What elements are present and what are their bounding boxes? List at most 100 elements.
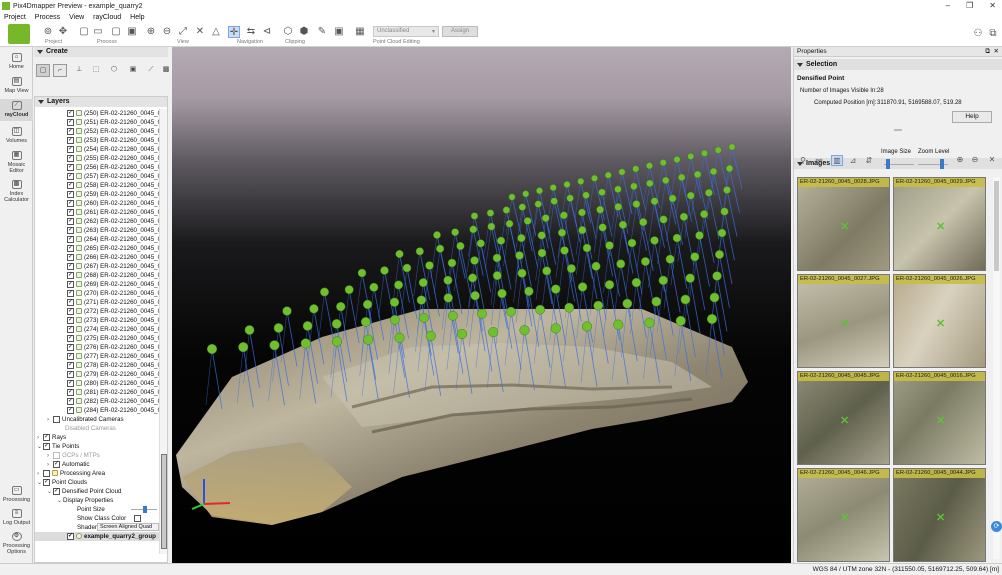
layer-tie-points[interactable]: ⌄ ✓ Tie Points bbox=[35, 442, 159, 451]
layer-display-properties[interactable]: ⌄Display Properties bbox=[35, 496, 159, 505]
camera-marker[interactable] bbox=[593, 300, 604, 311]
camera-marker[interactable] bbox=[535, 304, 545, 315]
navigation-trackball-icon[interactable]: ⇆ bbox=[245, 26, 257, 38]
camera-marker[interactable] bbox=[695, 231, 704, 240]
camera-marker[interactable] bbox=[596, 205, 604, 214]
camera-marker[interactable] bbox=[604, 280, 615, 290]
layer-camera-item[interactable]: ✓ (255) ER-02-21260_0045_0 bbox=[35, 154, 159, 163]
checkbox[interactable]: ✓ bbox=[67, 397, 74, 405]
checkbox[interactable]: ✓ bbox=[67, 325, 74, 333]
camera-marker[interactable] bbox=[613, 319, 624, 330]
checkbox[interactable]: ✓ bbox=[67, 352, 74, 360]
layer-camera-item[interactable]: ✓ (250) ER-02-21260_0045_0 bbox=[35, 109, 159, 118]
camera-marker[interactable] bbox=[395, 249, 404, 259]
checkbox[interactable]: ✓ bbox=[43, 478, 50, 486]
camera-marker[interactable] bbox=[486, 209, 495, 217]
camera-marker[interactable] bbox=[577, 177, 585, 185]
sidebar-item-mosaic-editor[interactable]: ▦ Mosaic Editor bbox=[0, 151, 33, 174]
checkbox[interactable]: ✓ bbox=[67, 532, 74, 540]
camera-marker[interactable] bbox=[662, 176, 670, 185]
layer-camera-item[interactable]: ✓ (263) ER-02-21260_0045_0 bbox=[35, 226, 159, 235]
unlink-icon[interactable]: ⚯ bbox=[813, 156, 825, 165]
camera-marker[interactable] bbox=[415, 247, 424, 256]
zoom-out-icon[interactable]: ⊖ bbox=[969, 155, 981, 164]
camera-marker[interactable] bbox=[244, 325, 255, 335]
camera-marker[interactable] bbox=[706, 313, 718, 325]
process-step1-icon[interactable]: ▢ bbox=[78, 26, 90, 38]
camera-marker[interactable] bbox=[560, 211, 568, 220]
camera-marker[interactable] bbox=[728, 143, 736, 151]
camera-marker[interactable] bbox=[508, 193, 516, 201]
camera-marker[interactable] bbox=[563, 181, 571, 188]
create-point-icon[interactable]: ▢ bbox=[36, 64, 50, 77]
camera-marker[interactable] bbox=[665, 254, 675, 264]
assign-button[interactable]: Assign bbox=[442, 26, 479, 37]
checkbox[interactable]: ✓ bbox=[67, 199, 74, 207]
camera-marker[interactable] bbox=[685, 273, 695, 283]
checkbox[interactable]: ✓ bbox=[67, 289, 74, 297]
image-thumbnail[interactable]: ER-02-21260_0045_0044.JPG ✕ bbox=[893, 468, 986, 562]
checkbox[interactable]: ✓ bbox=[67, 172, 74, 180]
layer-camera-item[interactable]: ✓ (278) ER-02-21260_0045_0 bbox=[35, 361, 159, 370]
image-thumbnail[interactable]: ER-02-21260_0045_0027.JPG ✕ bbox=[797, 274, 890, 368]
camera-marker[interactable] bbox=[591, 261, 601, 271]
camera-marker[interactable] bbox=[678, 173, 686, 182]
camera-marker[interactable] bbox=[470, 291, 480, 301]
camera-marker[interactable] bbox=[238, 342, 249, 353]
camera-marker[interactable] bbox=[470, 256, 479, 265]
camera-marker[interactable] bbox=[497, 288, 507, 299]
layer-camera-item[interactable]: ✓ (252) ER-02-21260_0045_0 bbox=[35, 127, 159, 136]
camera-marker[interactable] bbox=[269, 340, 280, 351]
layer-gcps[interactable]: › GCPs / MTPs bbox=[35, 451, 159, 460]
camera-marker[interactable] bbox=[487, 222, 496, 231]
layer-camera-item[interactable]: ✓ (264) ER-02-21260_0045_0 bbox=[35, 235, 159, 244]
layer-camera-item[interactable]: ✓ (284) ER-02-21260_0045_0 bbox=[35, 406, 159, 415]
camera-marker[interactable] bbox=[673, 156, 681, 163]
selection-section-header[interactable]: Selection bbox=[794, 59, 1002, 70]
camera-marker[interactable] bbox=[394, 332, 405, 343]
camera-marker[interactable] bbox=[517, 268, 527, 278]
layer-camera-item[interactable]: ✓ (267) ER-02-21260_0045_0 bbox=[35, 262, 159, 271]
help-button[interactable]: Help bbox=[952, 111, 992, 123]
layer-camera-item[interactable]: ✓ (276) ER-02-21260_0045_0 bbox=[35, 343, 159, 352]
close-icon[interactable]: ✕ bbox=[994, 47, 999, 57]
camera-marker[interactable] bbox=[578, 208, 586, 217]
float-icon[interactable]: ⧉ bbox=[985, 47, 990, 57]
new-project-icon[interactable]: ⊚ bbox=[42, 26, 54, 38]
camera-marker[interactable] bbox=[492, 271, 502, 281]
layer-camera-item[interactable]: ✓ (282) ER-02-21260_0045_0 bbox=[35, 397, 159, 406]
checkbox[interactable]: ✓ bbox=[67, 388, 74, 396]
camera-marker[interactable] bbox=[492, 253, 502, 263]
camera-marker[interactable] bbox=[709, 292, 720, 303]
camera-marker[interactable] bbox=[725, 164, 734, 173]
create-polyline-icon[interactable]: ⊥ bbox=[72, 64, 86, 77]
camera-marker[interactable] bbox=[701, 149, 708, 157]
checkbox[interactable]: ✓ bbox=[67, 145, 74, 153]
camera-marker[interactable] bbox=[693, 170, 702, 179]
image-thumbnail[interactable]: ER-02-21260_0045_0016.JPG ✕ bbox=[893, 371, 986, 465]
layer-camera-item[interactable]: ✓ (279) ER-02-21260_0045_0 bbox=[35, 370, 159, 379]
camera-marker[interactable] bbox=[518, 203, 526, 211]
sidebar-item-processing[interactable]: ▭ Processing bbox=[0, 486, 33, 503]
camera-marker[interactable] bbox=[470, 212, 479, 220]
camera-marker[interactable] bbox=[537, 248, 547, 258]
camera-marker[interactable] bbox=[712, 271, 722, 281]
checkbox[interactable]: ✓ bbox=[43, 442, 50, 450]
image-thumbnail[interactable]: ER-02-21260_0045_0046.JPG ✕ bbox=[797, 468, 890, 562]
camera-marker[interactable] bbox=[357, 268, 367, 278]
layout-icon[interactable]: ⧉ bbox=[987, 28, 999, 40]
camera-marker[interactable] bbox=[622, 298, 633, 309]
camera-marker[interactable] bbox=[344, 285, 354, 295]
camera-marker[interactable] bbox=[668, 194, 677, 203]
layer-camera-item[interactable]: ✓ (256) ER-02-21260_0045_0 bbox=[35, 163, 159, 172]
checkbox[interactable]: ✓ bbox=[67, 235, 74, 243]
camera-marker[interactable] bbox=[402, 263, 412, 273]
layer-camera-item[interactable]: ✓ (272) ER-02-21260_0045_0 bbox=[35, 307, 159, 316]
camera-marker[interactable] bbox=[443, 293, 453, 303]
sort-icon[interactable]: ⊿ bbox=[847, 156, 859, 165]
create-line-icon[interactable]: ⌐ bbox=[53, 64, 67, 77]
camera-marker[interactable] bbox=[443, 275, 453, 285]
camera-marker[interactable] bbox=[537, 231, 546, 240]
menu-help[interactable]: Help bbox=[130, 14, 144, 21]
camera-marker[interactable] bbox=[416, 295, 427, 305]
